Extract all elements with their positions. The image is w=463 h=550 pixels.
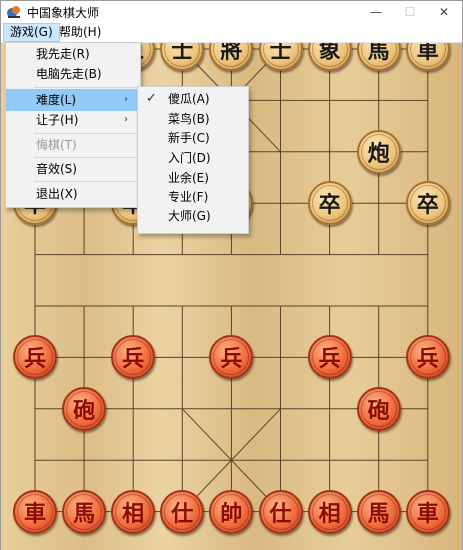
piece-label: 相 xyxy=(311,493,348,530)
submenu-arrow-icon: › xyxy=(124,114,128,125)
window-title: 中国象棋大师 xyxy=(27,6,100,20)
piece-label: 兵 xyxy=(17,339,53,376)
difficulty-master[interactable]: 大师(G) xyxy=(138,205,248,227)
piece-label: 士 xyxy=(262,43,299,67)
submenu-arrow-icon: › xyxy=(124,94,128,105)
black-piece[interactable]: 卒 xyxy=(307,181,352,226)
red-piece[interactable]: 馬 xyxy=(62,489,107,534)
piece-label: 車 xyxy=(409,493,446,530)
app-window: 中国象棋大师 — ☐ ✕ 游戏(G) 帮助(H) 士 將 士 象 馬 車 炮 卒… xyxy=(0,0,463,550)
piece-label: 兵 xyxy=(115,339,152,376)
piece-label: 兵 xyxy=(213,339,250,376)
red-piece[interactable]: 砲 xyxy=(62,386,107,431)
piece-label: 馬 xyxy=(66,493,103,530)
title-bar[interactable]: 中国象棋大师 — ☐ ✕ xyxy=(1,1,462,23)
piece-label: 車 xyxy=(17,493,53,530)
menu-item-difficulty[interactable]: 难度(L) › xyxy=(6,89,140,111)
piece-label: 砲 xyxy=(66,390,103,427)
piece-label: 卒 xyxy=(311,185,348,222)
difficulty-novice[interactable]: 新手(C) xyxy=(138,127,248,149)
piece-label: 馬 xyxy=(360,43,397,67)
menu-item-computer-first[interactable]: 电脑先走(B) xyxy=(6,63,140,85)
piece-label: 相 xyxy=(115,493,152,530)
check-icon: ✓ xyxy=(146,91,157,106)
menu-item-handicap-label: 让子(H) xyxy=(36,113,79,127)
difficulty-submenu: ✓ 傻瓜(A) 菜鸟(B) 新手(C) 入门(D) 业余(E) 专业(F) 大师… xyxy=(137,86,249,234)
difficulty-fool-label: 傻瓜(A) xyxy=(168,92,210,106)
red-piece[interactable]: 帥 xyxy=(209,489,254,534)
piece-label: 兵 xyxy=(311,339,348,376)
piece-label: 帥 xyxy=(213,493,250,530)
black-piece[interactable]: 卒 xyxy=(405,181,450,226)
red-piece[interactable]: 兵 xyxy=(405,335,450,380)
menu-game[interactable]: 游戏(G) xyxy=(3,23,60,42)
maximize-button[interactable]: ☐ xyxy=(393,1,427,23)
piece-label: 馬 xyxy=(360,493,397,530)
menu-item-sound[interactable]: 音效(S) xyxy=(6,158,140,180)
red-piece[interactable]: 仕 xyxy=(258,489,303,534)
piece-label: 士 xyxy=(164,43,201,67)
difficulty-beginner[interactable]: 入门(D) xyxy=(138,147,248,169)
minimize-icon: — xyxy=(370,5,382,19)
piece-label: 象 xyxy=(311,43,348,67)
minimize-button[interactable]: — xyxy=(359,1,393,23)
piece-label: 車 xyxy=(409,43,446,67)
red-piece[interactable]: 相 xyxy=(111,489,156,534)
menu-separator xyxy=(34,87,138,88)
red-piece[interactable]: 仕 xyxy=(160,489,205,534)
close-icon: ✕ xyxy=(438,5,450,19)
menu-item-undo: 悔棋(T) xyxy=(36,138,77,152)
difficulty-fool[interactable]: ✓ 傻瓜(A) xyxy=(138,88,248,110)
menu-item-exit[interactable]: 退出(X) xyxy=(6,183,140,205)
red-piece[interactable]: 相 xyxy=(307,489,352,534)
piece-label: 炮 xyxy=(360,133,397,170)
menu-item-handicap[interactable]: 让子(H) › xyxy=(6,109,140,131)
menu-item-human-first[interactable]: 我先走(R) xyxy=(6,43,140,65)
menu-help[interactable]: 帮助(H) xyxy=(53,23,107,42)
menu-item-difficulty-label: 难度(L) xyxy=(36,93,77,107)
game-menu-dropdown: 我先走(R) 电脑先走(B) 难度(L) › 让子(H) › 悔棋(T) 音效(… xyxy=(5,42,141,208)
piece-label: 將 xyxy=(213,43,250,67)
red-piece[interactable]: 馬 xyxy=(356,489,401,534)
red-piece[interactable]: 砲 xyxy=(356,386,401,431)
piece-label: 砲 xyxy=(360,390,397,427)
red-piece[interactable]: 車 xyxy=(405,489,450,534)
piece-label: 兵 xyxy=(409,339,446,376)
maximize-icon: ☐ xyxy=(404,5,416,19)
black-piece[interactable]: 炮 xyxy=(356,129,401,174)
close-button[interactable]: ✕ xyxy=(427,1,461,23)
piece-label: 仕 xyxy=(262,493,299,530)
piece-label: 仕 xyxy=(164,493,201,530)
app-logo-icon xyxy=(7,6,20,18)
menu-separator xyxy=(34,181,138,182)
red-piece[interactable]: 車 xyxy=(13,489,57,534)
piece-label: 卒 xyxy=(409,185,446,222)
red-piece[interactable]: 兵 xyxy=(307,335,352,380)
menu-bar: 游戏(G) 帮助(H) xyxy=(1,23,462,43)
